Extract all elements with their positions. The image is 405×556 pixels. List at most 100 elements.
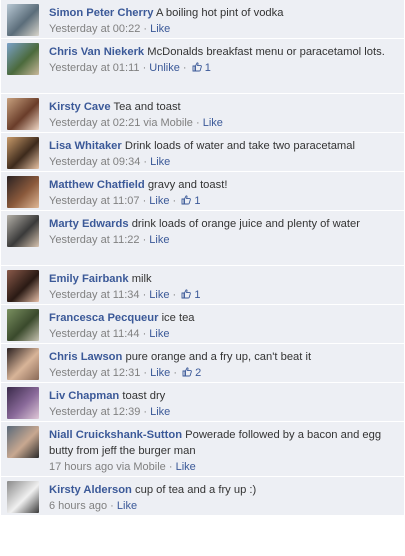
via-mobile: via Mobile bbox=[116, 461, 166, 473]
comment-timestamp[interactable]: Yesterday at 11:07 bbox=[49, 195, 140, 207]
comment-body: pure orange and a fry up, can't beat it bbox=[125, 351, 312, 363]
avatar[interactable] bbox=[7, 387, 39, 419]
comment-meta: Yesterday at 01:11 · Unlike · 1 bbox=[49, 62, 211, 74]
comment-timestamp[interactable]: Yesterday at 11:44 bbox=[49, 328, 140, 340]
like-count[interactable]: 1 bbox=[179, 289, 200, 301]
thumbs-up-icon bbox=[181, 195, 192, 205]
like-link[interactable]: Like bbox=[149, 289, 169, 301]
avatar[interactable] bbox=[7, 4, 39, 36]
comment-author[interactable]: Kirsty Alderson bbox=[49, 484, 132, 496]
comment-meta: Yesterday at 11:34 · Like · 1 bbox=[49, 289, 201, 301]
avatar[interactable] bbox=[7, 176, 39, 208]
comment-row: Kirsty Alderson cup of tea and a fry up … bbox=[1, 477, 404, 516]
comment-timestamp[interactable]: Yesterday at 09:34 bbox=[49, 156, 140, 168]
avatar[interactable] bbox=[7, 426, 39, 458]
avatar[interactable] bbox=[7, 43, 39, 75]
avatar[interactable] bbox=[7, 98, 39, 130]
comment-meta: 17 hours ago via Mobile · Like bbox=[49, 461, 196, 473]
comment-author[interactable]: Chris Lawson bbox=[49, 351, 122, 363]
comment-meta: 6 hours ago · Like bbox=[49, 500, 138, 512]
comment-meta: Yesterday at 00:22 · Like bbox=[49, 23, 171, 35]
like-link[interactable]: Like bbox=[117, 500, 137, 512]
comment-body: Tea and toast bbox=[113, 101, 181, 113]
comment-author[interactable]: Simon Peter Cherry bbox=[49, 7, 153, 19]
like-link[interactable]: Like bbox=[150, 156, 170, 168]
comment-text-line: Kirsty Alderson cup of tea and a fry up … bbox=[49, 482, 396, 498]
comment-text-line: Marty Edwards drink loads of orange juic… bbox=[49, 216, 396, 232]
comment-timestamp[interactable]: Yesterday at 12:31 bbox=[49, 367, 140, 379]
like-count[interactable]: 1 bbox=[179, 195, 200, 207]
like-link[interactable]: Like bbox=[150, 367, 170, 379]
comment-author[interactable]: Chris Van Niekerk bbox=[49, 46, 144, 58]
unlike-link[interactable]: Unlike bbox=[149, 62, 180, 74]
avatar[interactable] bbox=[7, 137, 39, 169]
like-link[interactable]: Like bbox=[149, 195, 169, 207]
comment-text-line: Liv Chapman toast dry bbox=[49, 388, 396, 404]
comment-meta: Yesterday at 11:22 · Like bbox=[49, 234, 170, 246]
comment-timestamp[interactable]: Yesterday at 11:22 bbox=[49, 234, 140, 246]
comment-author[interactable]: Liv Chapman bbox=[49, 390, 119, 402]
like-count[interactable]: 2 bbox=[180, 367, 201, 379]
comment-list: Simon Peter Cherry A boiling hot pint of… bbox=[0, 0, 404, 516]
comment-text-line: Francesca Pecqueur ice tea bbox=[49, 310, 396, 326]
comment-timestamp[interactable]: Yesterday at 11:34 bbox=[49, 289, 140, 301]
comment-timestamp[interactable]: Yesterday at 00:22 bbox=[49, 23, 140, 35]
like-link[interactable]: Like bbox=[149, 234, 169, 246]
comment-body: gravy and toast! bbox=[147, 179, 228, 191]
comment-text-line: Chris Lawson pure orange and a fry up, c… bbox=[49, 349, 396, 365]
comment-body: drink loads of orange juice and plenty o… bbox=[131, 218, 360, 230]
comment-row: Chris Lawson pure orange and a fry up, c… bbox=[1, 344, 404, 383]
like-link[interactable]: Like bbox=[203, 117, 223, 129]
comment-row: Emily Fairbank milk Yesterday at 11:34 · … bbox=[1, 266, 404, 305]
comment-meta: Yesterday at 02:21 via Mobile · Like bbox=[49, 117, 223, 129]
thumbs-up-icon bbox=[181, 289, 192, 299]
comment-meta: Yesterday at 12:39 · Like bbox=[49, 406, 171, 418]
like-link[interactable]: Like bbox=[149, 328, 169, 340]
comment-row: Kirsty Cave Tea and toast Yesterday at 02… bbox=[1, 94, 404, 133]
thumbs-up-icon bbox=[192, 62, 202, 72]
comment-body: A boiling hot pint of vodka bbox=[155, 7, 284, 19]
comment-author[interactable]: Matthew Chatfield bbox=[49, 179, 145, 191]
avatar[interactable] bbox=[7, 481, 39, 513]
comment-row: Simon Peter Cherry A boiling hot pint of… bbox=[1, 0, 404, 39]
avatar[interactable] bbox=[7, 215, 39, 247]
avatar[interactable] bbox=[7, 309, 39, 341]
comment-body: milk bbox=[131, 273, 152, 285]
comment-text-line: Niall Cruickshank-Sutton Powerade follow… bbox=[49, 427, 396, 459]
comment-row: Lisa Whitaker Drink loads of water and t… bbox=[1, 133, 404, 172]
comment-text-line: Lisa Whitaker Drink loads of water and t… bbox=[49, 138, 396, 154]
comment-author[interactable]: Niall Cruickshank-Sutton bbox=[49, 429, 182, 441]
comment-timestamp[interactable]: 17 hours ago bbox=[49, 461, 113, 473]
comment-body: cup of tea and a fry up :) bbox=[135, 484, 257, 496]
comment-row: Niall Cruickshank-Sutton Powerade follow… bbox=[1, 422, 404, 477]
comment-meta: Yesterday at 09:34 · Like bbox=[49, 156, 171, 168]
comment-timestamp[interactable]: 6 hours ago bbox=[49, 500, 107, 512]
like-count-number: 1 bbox=[204, 62, 211, 74]
avatar[interactable] bbox=[7, 348, 39, 380]
comment-row: Liv Chapman toast dry Yesterday at 12:39 … bbox=[1, 383, 404, 422]
comment-timestamp[interactable]: Yesterday at 01:11 bbox=[49, 62, 140, 74]
like-count-number: 2 bbox=[195, 367, 202, 379]
comment-meta: Yesterday at 12:31 · Like · 2 bbox=[49, 367, 202, 379]
comment-author[interactable]: Francesca Pecqueur bbox=[49, 312, 158, 324]
like-link[interactable]: Like bbox=[150, 406, 170, 418]
like-count-number: 1 bbox=[194, 289, 201, 301]
comment-text-line: Chris Van Niekerk McDonalds breakfast me… bbox=[49, 44, 396, 60]
like-count-number: 1 bbox=[194, 195, 201, 207]
comment-row: Marty Edwards drink loads of orange juic… bbox=[1, 211, 404, 266]
comment-author[interactable]: Lisa Whitaker bbox=[49, 140, 122, 152]
comment-author[interactable]: Emily Fairbank bbox=[49, 273, 129, 285]
avatar[interactable] bbox=[7, 270, 39, 302]
comment-text-line: Simon Peter Cherry A boiling hot pint of… bbox=[49, 5, 396, 21]
comment-author[interactable]: Kirsty Cave bbox=[49, 101, 111, 113]
comment-meta: Yesterday at 11:44 · Like bbox=[49, 328, 170, 340]
like-count[interactable]: 1 bbox=[190, 62, 211, 74]
comment-meta: Yesterday at 11:07 · Like · 1 bbox=[49, 195, 201, 207]
comment-timestamp[interactable]: Yesterday at 12:39 bbox=[49, 406, 140, 418]
comment-author[interactable]: Marty Edwards bbox=[49, 218, 129, 230]
like-link[interactable]: Like bbox=[150, 23, 170, 35]
comment-timestamp[interactable]: Yesterday at 02:21 bbox=[49, 117, 140, 129]
comment-row: Francesca Pecqueur ice tea Yesterday at 1… bbox=[1, 305, 404, 344]
thumbs-up-icon bbox=[182, 367, 192, 377]
like-link[interactable]: Like bbox=[176, 461, 196, 473]
